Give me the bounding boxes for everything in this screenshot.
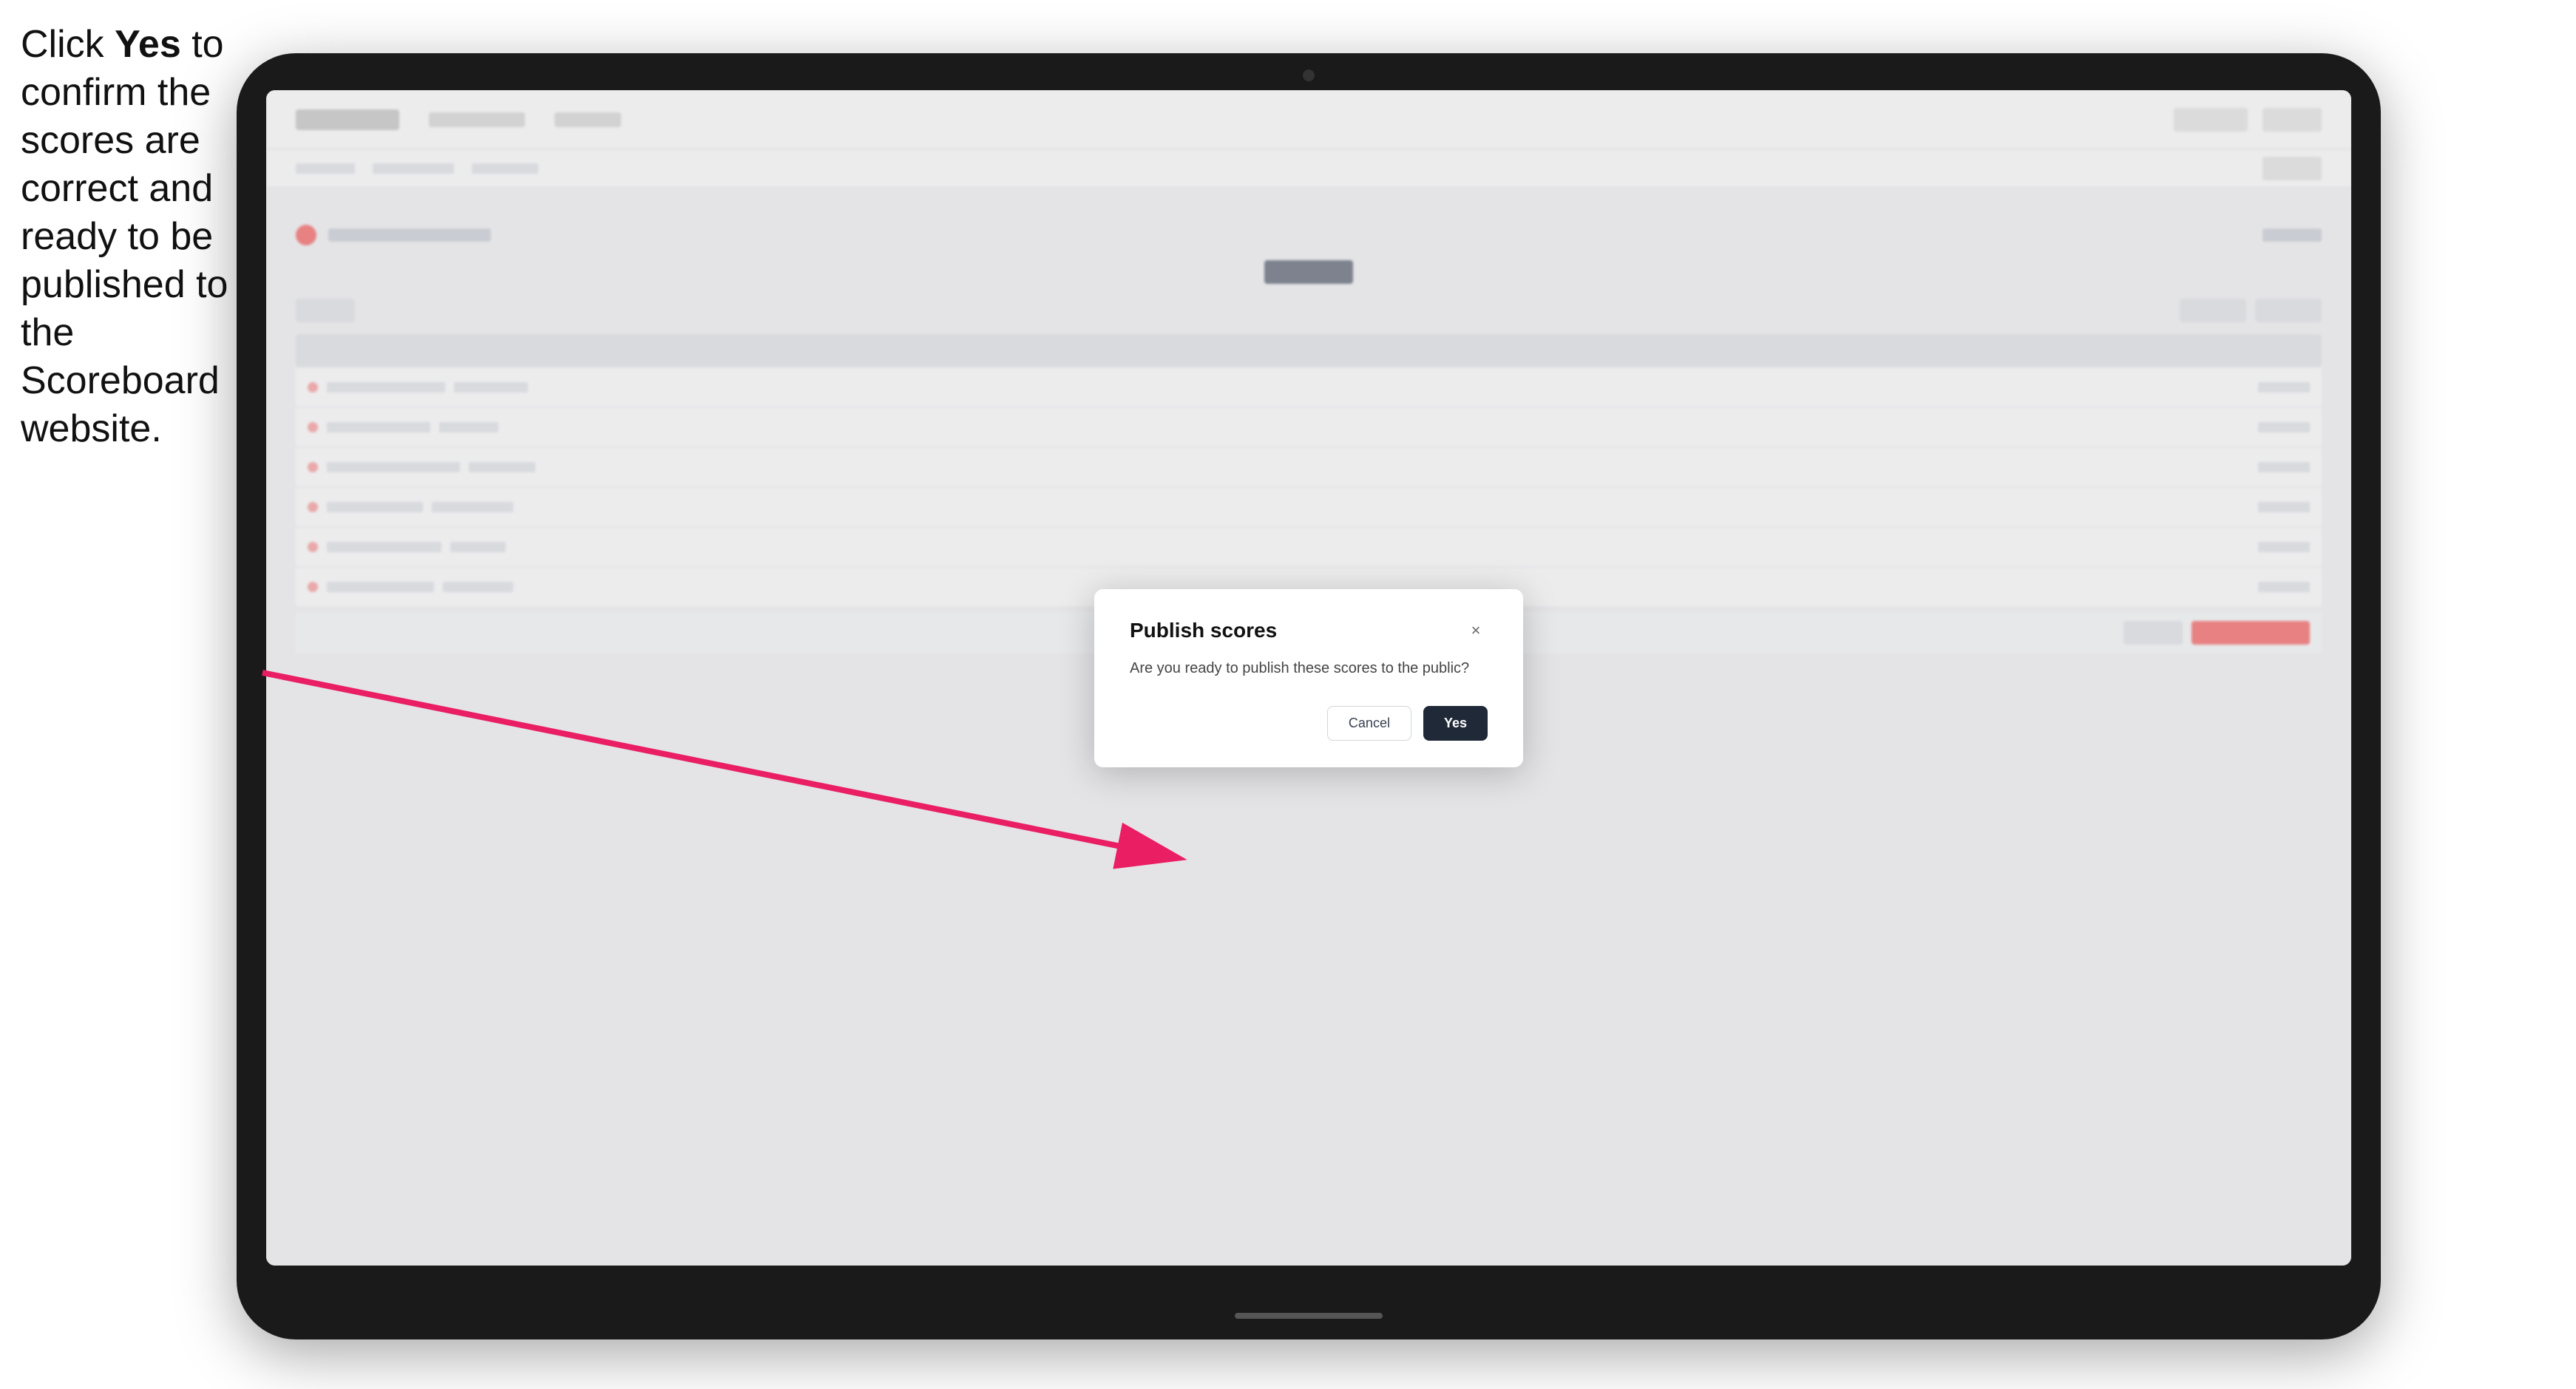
dialog-overlay: Publish scores × Are you ready to publis… — [266, 90, 2351, 1266]
tablet-device: Publish scores × Are you ready to publis… — [237, 53, 2381, 1339]
tablet-screen: Publish scores × Are you ready to publis… — [266, 90, 2351, 1266]
instruction-bold: Yes — [115, 23, 181, 66]
instruction-text-after: to confirm the scores are correct and re… — [21, 23, 228, 450]
yes-button[interactable]: Yes — [1423, 706, 1488, 741]
close-icon[interactable]: × — [1464, 619, 1488, 642]
dialog-body-text: Are you ready to publish these scores to… — [1130, 657, 1488, 679]
publish-scores-dialog: Publish scores × Are you ready to publis… — [1094, 589, 1523, 767]
cancel-button[interactable]: Cancel — [1327, 706, 1411, 741]
dialog-title: Publish scores — [1130, 619, 1277, 642]
tablet-camera — [1303, 69, 1315, 81]
dialog-header: Publish scores × — [1130, 619, 1488, 642]
dialog-footer: Cancel Yes — [1130, 706, 1488, 741]
instruction-text-before-bold: Click — [21, 23, 115, 66]
instruction-text: Click Yes to confirm the scores are corr… — [21, 21, 235, 453]
tablet-home-bar — [1235, 1313, 1383, 1319]
